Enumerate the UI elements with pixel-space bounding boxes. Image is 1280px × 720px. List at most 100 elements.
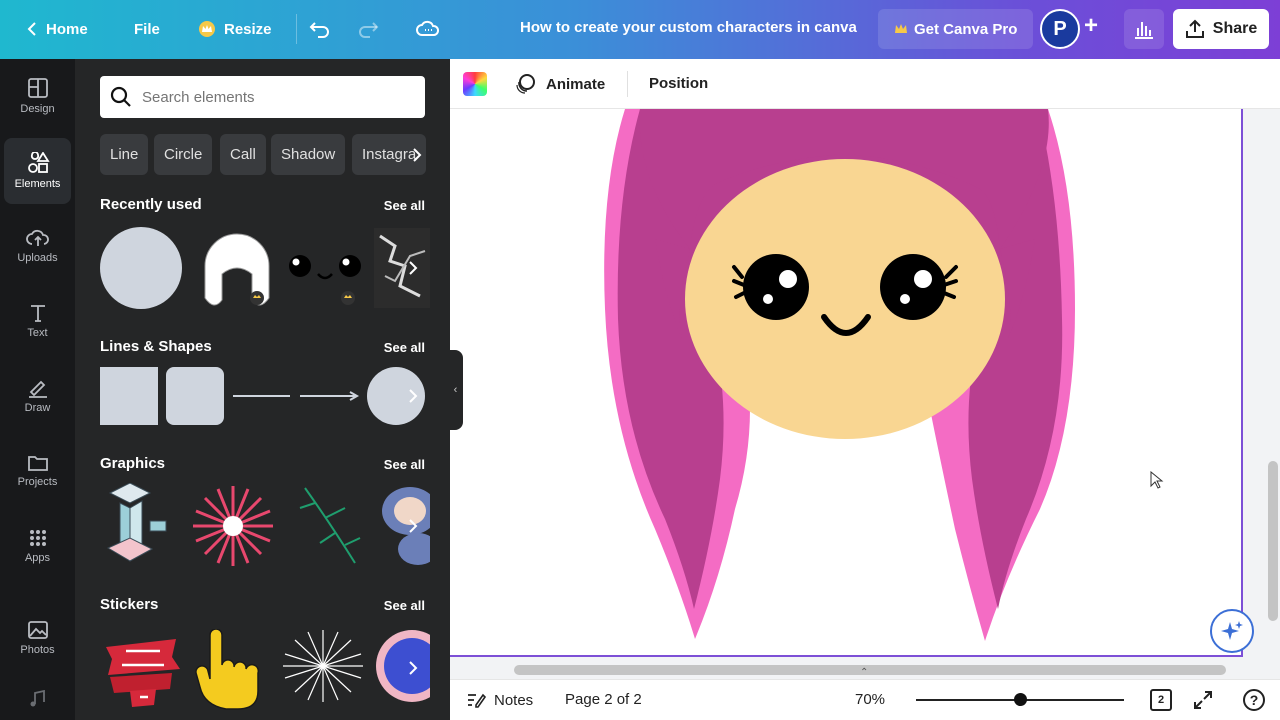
see-all-graphics[interactable]: See all (384, 457, 425, 472)
home-button[interactable]: Home (16, 9, 98, 49)
animate-button[interactable]: Animate (514, 72, 605, 96)
crown-icon (895, 24, 907, 33)
elements-panel: Line Circle Call Shadow Instagra Recentl… (75, 59, 450, 720)
chevron-right-icon (413, 148, 422, 162)
file-menu-button[interactable]: File (124, 9, 170, 49)
rail-label: Elements (14, 178, 61, 190)
rail-item-apps[interactable]: Apps (4, 513, 71, 579)
page-count-button[interactable]: 2 (1150, 689, 1172, 711)
rounded-square-shape (166, 367, 224, 425)
rail-label: Draw (24, 402, 51, 414)
position-button[interactable]: Position (649, 75, 708, 92)
chip-line[interactable]: Line (100, 134, 149, 175)
chevron-right-icon (409, 661, 418, 675)
recent-hair-shape (204, 233, 270, 306)
chip-call[interactable]: Call (220, 134, 266, 175)
help-button[interactable]: ? (1243, 689, 1265, 711)
zoom-level[interactable]: 70% (855, 691, 885, 708)
chip-circle[interactable]: Circle (154, 134, 213, 175)
rail-item-photos[interactable]: Photos (4, 605, 71, 671)
pen-icon (28, 380, 47, 398)
pointing-hand-sticker (195, 629, 260, 710)
crown-icon (199, 21, 215, 37)
section-title-stickers: Stickers (100, 596, 159, 613)
starburst-sticker (283, 630, 363, 702)
folder-icon (27, 456, 48, 471)
chevron-left-icon (27, 22, 36, 36)
rail-item-text[interactable]: Text (4, 288, 71, 354)
rail-item-elements[interactable]: Elements (4, 138, 71, 204)
zoom-slider-handle[interactable] (1014, 693, 1027, 706)
redo-icon (359, 22, 379, 38)
graphics-row (106, 483, 430, 566)
rail-label: Apps (24, 552, 51, 564)
search-icon (110, 86, 131, 107)
rail-item-design[interactable]: Design (4, 63, 71, 129)
rail-item-more[interactable] (4, 679, 71, 719)
side-rail: Design Elements Uploads Text Draw Projec… (0, 59, 75, 720)
chevron-right-icon (409, 261, 418, 275)
add-collaborator-icon[interactable]: + (1084, 12, 1098, 40)
section-title-recently-used: Recently used (100, 196, 202, 213)
rail-label: Design (20, 103, 55, 115)
section-title-graphics: Graphics (100, 455, 166, 472)
graphics-next-button[interactable] (400, 513, 426, 539)
bar-chart-icon (1135, 22, 1153, 39)
lines-shapes-row (100, 367, 425, 425)
see-all-recently-used[interactable]: See all (384, 198, 425, 213)
rail-item-uploads[interactable]: Uploads (4, 213, 71, 279)
canvas-area: ⌃ (450, 109, 1280, 679)
divider (627, 71, 628, 97)
get-pro-button[interactable]: Get Canva Pro (878, 9, 1034, 49)
share-label: Share (1212, 20, 1258, 37)
cloud-save-button[interactable] (408, 9, 448, 49)
rail-item-projects[interactable]: Projects (4, 438, 71, 504)
design-page[interactable] (450, 109, 1243, 657)
notes-button[interactable]: Notes (466, 691, 533, 709)
divider (296, 14, 297, 44)
stickers-next-button[interactable] (400, 655, 426, 681)
mouse-cursor-icon (1150, 471, 1164, 489)
chip-shadow[interactable]: Shadow (271, 134, 346, 175)
see-all-lines-shapes[interactable]: See all (384, 340, 425, 355)
resize-label: Resize (224, 20, 272, 38)
search-box[interactable] (100, 76, 425, 118)
document-title[interactable]: How to create your custom characters in … (520, 19, 857, 36)
color-picker-icon[interactable] (463, 72, 487, 96)
chips-next-button[interactable] (404, 142, 430, 168)
bottom-bar: Notes Page 2 of 2 70% 2 ? (450, 679, 1280, 720)
notes-label: Notes (494, 691, 534, 709)
insights-button[interactable] (1124, 9, 1164, 49)
branch-graphic (299, 487, 361, 564)
isometric-letter-graphic (106, 483, 167, 562)
grid-icon (29, 530, 46, 546)
rail-label: Text (27, 327, 48, 339)
avatar[interactable]: P (1040, 9, 1080, 49)
search-input[interactable] (142, 88, 402, 106)
home-label: Home (46, 20, 88, 38)
recently-used-next-button[interactable] (400, 255, 426, 281)
redo-button[interactable] (348, 9, 388, 49)
rail-label: Uploads (17, 252, 58, 264)
cloud-icon (416, 20, 440, 36)
page-indicator[interactable]: Page 2 of 2 (565, 691, 642, 708)
lines-shapes-next-button[interactable] (400, 383, 426, 409)
undo-button[interactable] (300, 9, 340, 49)
collapse-panel-button[interactable]: ‹ (448, 350, 463, 430)
expand-pages-icon[interactable]: ⌃ (860, 667, 868, 678)
animate-icon (516, 74, 535, 94)
sparkle-icon (1221, 621, 1243, 640)
stickers-row (106, 629, 430, 710)
horizontal-scrollbar[interactable] (514, 665, 1226, 675)
share-button[interactable]: Share (1173, 9, 1269, 49)
rail-label: Projects (17, 476, 58, 488)
character-illustration[interactable] (450, 109, 1243, 657)
vertical-scrollbar[interactable] (1268, 461, 1278, 621)
layout-icon (27, 78, 48, 98)
music-icon (30, 690, 45, 707)
resize-button[interactable]: Resize (188, 9, 282, 49)
fullscreen-button[interactable] (1193, 690, 1213, 714)
rail-item-draw[interactable]: Draw (4, 363, 71, 429)
see-all-stickers[interactable]: See all (384, 598, 425, 613)
magic-assistant-button[interactable] (1210, 609, 1254, 653)
